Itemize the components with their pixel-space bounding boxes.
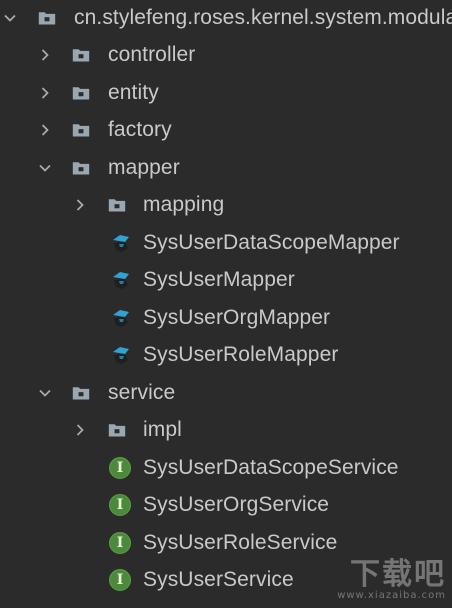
interface-icon: I [109, 494, 131, 516]
tree-row-root-package[interactable]: cn.stylefeng.roses.kernel.system.modular… [0, 0, 452, 37]
interface-icon: I [109, 457, 131, 479]
tree-row-label: factory [108, 118, 172, 141]
package-folder-icon [70, 157, 92, 179]
tree-row-label: SysUserOrgService [143, 493, 330, 516]
tree-row-service[interactable]: service [0, 375, 452, 412]
chevron-right-icon[interactable] [72, 422, 88, 438]
chevron-down-icon[interactable] [37, 385, 53, 401]
chevron-down-icon[interactable] [37, 160, 53, 176]
watermark-sub: www.xiazaiba.com [337, 590, 446, 601]
chevron-down-icon[interactable] [2, 10, 18, 26]
tree-row-controller[interactable]: controller [0, 37, 452, 74]
watermark: 下载吧 www.xiazaiba.com [337, 560, 446, 602]
mybatis-mapper-icon [110, 269, 132, 291]
tree-row-factory[interactable]: factory [0, 112, 452, 149]
tree-row-sys-user-mapper[interactable]: SysUserMapper [0, 262, 452, 299]
tree-row-sys-user-data-scope-service[interactable]: I SysUserDataScopeService [0, 450, 452, 487]
tree-row-label: SysUserService [143, 568, 294, 591]
tree-row-mapper[interactable]: mapper [0, 150, 452, 187]
watermark-main: 下载吧 [350, 557, 446, 592]
tree-row-label: SysUserRoleMapper [143, 343, 339, 366]
package-folder-icon [106, 194, 128, 216]
interface-icon: I [109, 569, 131, 591]
package-folder-icon [70, 82, 92, 104]
package-folder-icon [36, 7, 58, 29]
tree-row-entity[interactable]: entity [0, 75, 452, 112]
project-tree: cn.stylefeng.roses.kernel.system.modular… [0, 0, 452, 608]
tree-row-label: service [108, 381, 176, 404]
tree-row-label: SysUserDataScopeService [143, 456, 399, 479]
package-folder-icon [70, 119, 92, 141]
mybatis-mapper-icon [110, 307, 132, 329]
tree-row-sys-user-role-mapper[interactable]: SysUserRoleMapper [0, 337, 452, 374]
tree-row-sys-user-org-service[interactable]: I SysUserOrgService [0, 487, 452, 524]
chevron-right-icon[interactable] [37, 122, 53, 138]
chevron-right-icon[interactable] [37, 85, 53, 101]
tree-row-label: impl [143, 418, 182, 441]
tree-row-mapping[interactable]: mapping [0, 187, 452, 224]
tree-row-label: mapper [108, 156, 180, 179]
tree-row-label: SysUserRoleService [143, 531, 338, 554]
mybatis-mapper-icon [110, 344, 132, 366]
package-folder-icon [106, 419, 128, 441]
tree-row-label: mapping [143, 193, 225, 216]
package-folder-icon [70, 44, 92, 66]
mybatis-mapper-icon [110, 232, 132, 254]
package-folder-icon [70, 382, 92, 404]
tree-row-label: SysUserMapper [143, 268, 295, 291]
tree-row-label: entity [108, 81, 159, 104]
tree-row-label: SysUserOrgMapper [143, 306, 331, 329]
chevron-right-icon[interactable] [37, 47, 53, 63]
interface-icon: I [109, 532, 131, 554]
tree-row-sys-user-data-scope-mapper[interactable]: SysUserDataScopeMapper [0, 225, 452, 262]
tree-row-label: controller [108, 43, 196, 66]
tree-row-label: SysUserDataScopeMapper [143, 231, 400, 254]
tree-row-label: cn.stylefeng.roses.kernel.system.modular… [74, 6, 452, 29]
chevron-right-icon[interactable] [72, 197, 88, 213]
tree-row-sys-user-org-mapper[interactable]: SysUserOrgMapper [0, 300, 452, 337]
tree-row-impl[interactable]: impl [0, 412, 452, 449]
